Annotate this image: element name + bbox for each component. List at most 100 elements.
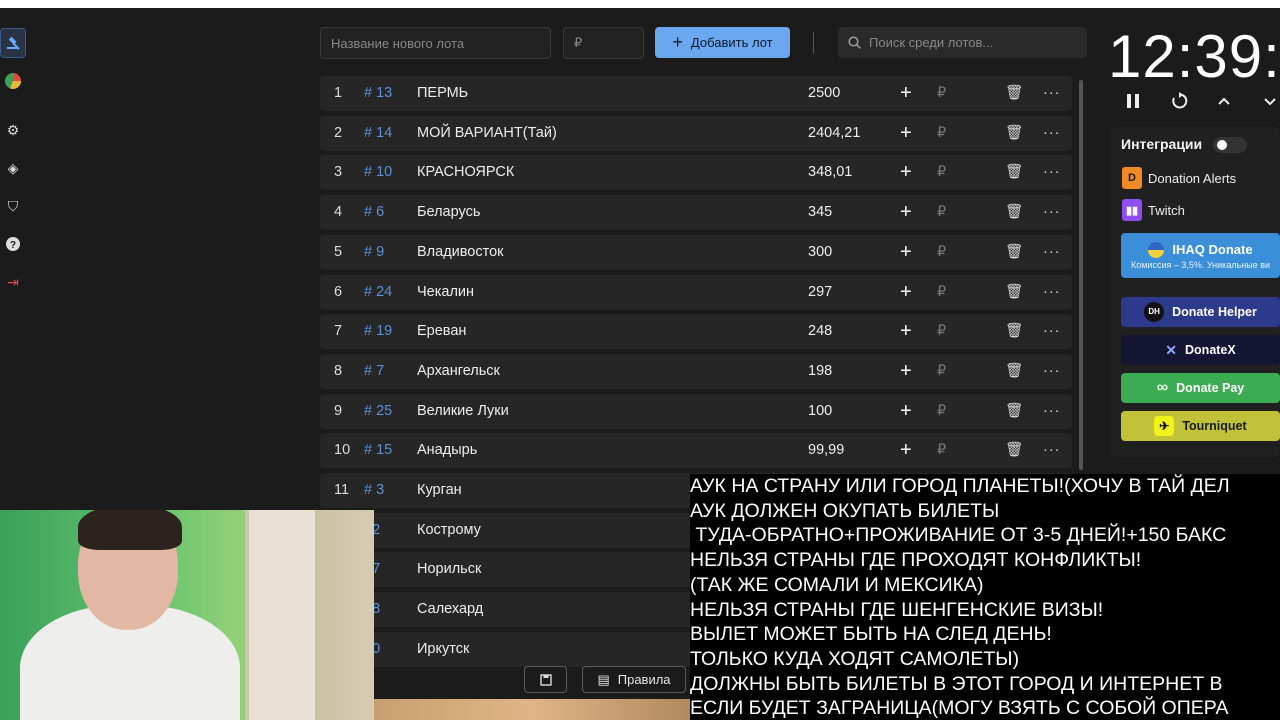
lot-name-input[interactable]: Название нового лота xyxy=(320,27,551,59)
currency-input[interactable]: ₽ xyxy=(937,195,946,230)
service-twitch[interactable]: ▮▮ Twitch xyxy=(1122,199,1185,221)
lot-name[interactable]: Ереван xyxy=(417,314,466,349)
add-amount-button[interactable]: + xyxy=(900,155,912,190)
book-icon: ▤ xyxy=(597,671,610,687)
reset-icon[interactable] xyxy=(1170,92,1188,116)
layers-icon[interactable]: ◈ xyxy=(0,153,26,183)
trash-icon[interactable]: 🗑︎ xyxy=(1005,116,1023,151)
lot-row[interactable]: 7 # 19 Ереван 248 + ₽ 🗑︎ ··· xyxy=(320,314,1072,350)
rules-button[interactable]: ▤ Правила xyxy=(582,666,686,693)
add-amount-button[interactable]: + xyxy=(900,116,912,151)
chevron-down-icon[interactable] xyxy=(1262,92,1278,115)
trash-icon[interactable]: 🗑︎ xyxy=(1005,76,1023,111)
more-icon[interactable]: ··· xyxy=(1043,235,1061,270)
chevron-up-icon[interactable] xyxy=(1216,92,1232,115)
more-icon[interactable]: ··· xyxy=(1043,394,1061,429)
lot-name[interactable]: Великие Луки xyxy=(417,394,509,429)
currency-input[interactable]: ₽ xyxy=(937,116,946,151)
lot-amount-input[interactable]: ₽ xyxy=(563,27,644,59)
more-icon[interactable]: ··· xyxy=(1043,275,1061,310)
lot-name[interactable]: Архангельск xyxy=(417,354,500,389)
trash-icon[interactable]: 🗑︎ xyxy=(1005,394,1023,429)
help-icon[interactable]: ? xyxy=(0,229,26,259)
add-amount-button[interactable]: + xyxy=(900,76,912,111)
list-scrollbar[interactable] xyxy=(1079,80,1083,470)
lot-name[interactable]: Чекалин xyxy=(417,275,474,310)
overlay-line: АУК ДОЛЖЕН ОКУПАТЬ БИЛЕТЫ xyxy=(690,499,1000,522)
trash-icon[interactable]: 🗑︎ xyxy=(1005,235,1023,270)
pie-chart-icon[interactable] xyxy=(0,66,26,96)
lot-row[interactable]: 3 # 10 КРАСНОЯРСК 348,01 + ₽ 🗑︎ ··· xyxy=(320,155,1072,191)
rules-label: Правила xyxy=(617,672,671,687)
more-icon[interactable]: ··· xyxy=(1043,195,1061,230)
lot-name[interactable]: ПЕРМЬ xyxy=(417,76,468,111)
currency-input[interactable]: ₽ xyxy=(937,275,946,310)
lot-row[interactable]: 9 # 25 Великие Луки 100 + ₽ 🗑︎ ··· xyxy=(320,393,1072,429)
trash-icon[interactable]: 🗑︎ xyxy=(1005,433,1023,468)
logout-icon[interactable]: ⇥ xyxy=(0,267,26,297)
donatex-button[interactable]: ✕ DonateX xyxy=(1121,335,1280,365)
integrations-toggle[interactable] xyxy=(1213,137,1247,153)
timer-display: 12:39:8 xyxy=(1108,23,1280,90)
trash-icon[interactable]: 🗑︎ xyxy=(1005,314,1023,349)
stream-rules-overlay: АУК НА СТРАНУ ИЛИ ГОРОД ПЛАНЕТЫ!(ХОЧУ В … xyxy=(690,474,1280,720)
lot-name[interactable]: Норильск xyxy=(417,552,481,587)
trash-icon[interactable]: 🗑︎ xyxy=(1005,195,1023,230)
lot-row[interactable]: 2 # 14 МОЙ ВАРИАНТ(Тай) 2404,21 + ₽ 🗑︎ ·… xyxy=(320,115,1072,151)
trash-icon[interactable]: 🗑︎ xyxy=(1005,354,1023,389)
currency-input[interactable]: ₽ xyxy=(937,314,946,349)
more-icon[interactable]: ··· xyxy=(1043,314,1061,349)
lot-name[interactable]: КРАСНОЯРСК xyxy=(417,155,514,190)
more-icon[interactable]: ··· xyxy=(1043,354,1061,389)
tourniquet-button[interactable]: ✈ Tourniquet xyxy=(1121,411,1280,441)
donate-pay-button[interactable]: ∞ Donate Pay xyxy=(1121,373,1280,403)
currency-input[interactable]: ₽ xyxy=(937,155,946,190)
add-amount-button[interactable]: + xyxy=(900,314,912,349)
lot-name[interactable]: МОЙ ВАРИАНТ(Тай) xyxy=(417,116,557,151)
lot-name[interactable]: Салехард xyxy=(417,592,483,627)
lot-row[interactable]: 10 # 15 Анадырь 99,99 + ₽ 🗑︎ ··· xyxy=(320,433,1072,469)
more-icon[interactable]: ··· xyxy=(1043,155,1061,190)
auction-gavel-icon[interactable] xyxy=(0,28,26,58)
pause-icon[interactable] xyxy=(1125,92,1141,116)
search-input[interactable]: Поиск среди лотов... xyxy=(838,27,1087,58)
add-lot-button[interactable]: + Добавить лот xyxy=(655,27,790,58)
lot-name[interactable]: Беларусь xyxy=(417,195,480,230)
service-donation-alerts[interactable]: D Donation Alerts xyxy=(1122,167,1236,189)
add-amount-button[interactable]: + xyxy=(900,394,912,429)
top-strip xyxy=(0,0,1280,8)
shield-icon[interactable]: ⛉ xyxy=(0,191,26,221)
more-icon[interactable]: ··· xyxy=(1043,76,1061,111)
service-label: Donation Alerts xyxy=(1148,170,1237,186)
more-icon[interactable]: ··· xyxy=(1043,116,1061,151)
donate-helper-button[interactable]: DH Donate Helper xyxy=(1121,297,1280,327)
currency-input[interactable]: ₽ xyxy=(937,354,946,389)
trash-icon[interactable]: 🗑︎ xyxy=(1005,155,1023,190)
currency-input[interactable]: ₽ xyxy=(937,394,946,429)
lot-name[interactable]: Кострому xyxy=(417,513,481,548)
lot-row[interactable]: 6 # 24 Чекалин 297 + ₽ 🗑︎ ··· xyxy=(320,274,1072,310)
lot-name[interactable]: Курган xyxy=(417,473,462,508)
lot-row[interactable]: 5 # 9 Владивосток 300 + ₽ 🗑︎ ··· xyxy=(320,234,1072,270)
add-amount-button[interactable]: + xyxy=(900,235,912,270)
lot-name[interactable]: Анадырь xyxy=(417,433,477,468)
x-icon: ✕ xyxy=(1165,341,1178,358)
gear-icon[interactable]: ⚙ xyxy=(0,115,26,145)
ihaq-donate-button[interactable]: IHAQ Donate Комиссия – 3,5%. Уникальные … xyxy=(1121,233,1280,278)
save-icon[interactable] xyxy=(524,666,567,693)
currency-input[interactable]: ₽ xyxy=(937,235,946,270)
lot-row[interactable]: 8 # 7 Архангельск 198 + ₽ 🗑︎ ··· xyxy=(320,353,1072,389)
lot-row[interactable]: 1 # 13 ПЕРМЬ 2500 + ₽ 🗑︎ ··· xyxy=(320,76,1072,111)
currency-input[interactable]: ₽ xyxy=(937,76,946,111)
trash-icon[interactable]: 🗑︎ xyxy=(1005,275,1023,310)
lot-name[interactable]: Владивосток xyxy=(417,235,504,270)
add-amount-button[interactable]: + xyxy=(900,354,912,389)
add-amount-button[interactable]: + xyxy=(900,433,912,468)
lot-id: # 19 xyxy=(364,323,393,340)
currency-input[interactable]: ₽ xyxy=(937,433,946,468)
twitch-icon: ▮▮ xyxy=(1122,199,1142,221)
add-amount-button[interactable]: + xyxy=(900,195,912,230)
lot-row[interactable]: 4 # 6 Беларусь 345 + ₽ 🗑︎ ··· xyxy=(320,195,1072,231)
add-amount-button[interactable]: + xyxy=(900,275,912,310)
more-icon[interactable]: ··· xyxy=(1043,433,1061,468)
